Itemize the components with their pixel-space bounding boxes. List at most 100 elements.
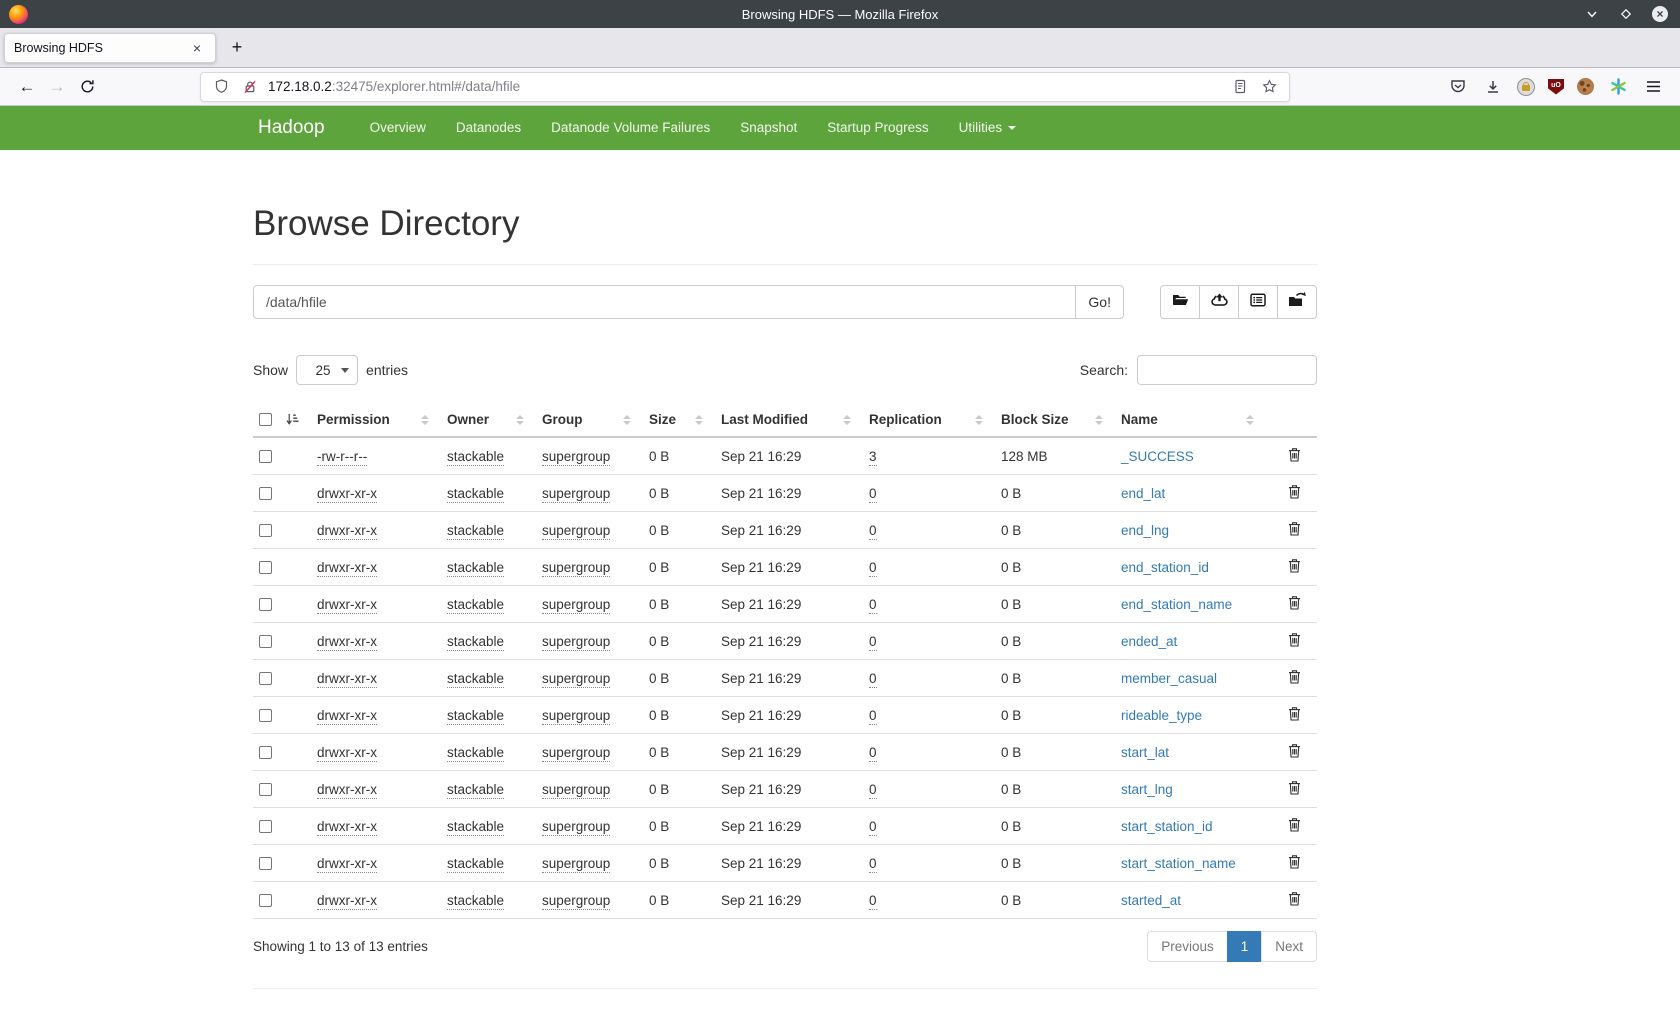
trash-icon[interactable]	[1288, 891, 1301, 909]
group-value[interactable]: supergroup	[542, 560, 610, 577]
file-link[interactable]: ended_at	[1121, 634, 1177, 649]
trash-icon[interactable]	[1288, 706, 1301, 724]
group-value[interactable]: supergroup	[542, 782, 610, 799]
permission-value[interactable]: drwxr-xr-x	[317, 486, 377, 503]
row-checkbox[interactable]	[259, 820, 272, 833]
owner-value[interactable]: stackable	[447, 523, 504, 540]
owner-value[interactable]: stackable	[447, 856, 504, 873]
trash-icon[interactable]	[1288, 558, 1301, 576]
reader-mode-icon[interactable]	[1229, 76, 1251, 98]
upload-files-button[interactable]	[1199, 285, 1239, 319]
bookmark-star-icon[interactable]	[1258, 76, 1280, 98]
owner-value[interactable]: stackable	[447, 597, 504, 614]
group-value[interactable]: supergroup	[542, 745, 610, 762]
group-value[interactable]: supergroup	[542, 634, 610, 651]
owner-value[interactable]: stackable	[447, 486, 504, 503]
permission-value[interactable]: drwxr-xr-x	[317, 745, 377, 762]
header-block-size[interactable]: Block Size	[1001, 403, 1121, 437]
group-value[interactable]: supergroup	[542, 856, 610, 873]
pocket-icon[interactable]	[1447, 76, 1469, 98]
download-icon[interactable]	[1482, 76, 1504, 98]
trash-icon[interactable]	[1288, 484, 1301, 502]
file-link[interactable]: rideable_type	[1121, 708, 1202, 723]
file-link[interactable]: end_lat	[1121, 486, 1165, 501]
hadoop-brand[interactable]: Hadoop	[258, 117, 325, 139]
owner-value[interactable]: stackable	[447, 745, 504, 762]
folder-move-button[interactable]	[1277, 285, 1317, 319]
permission-value[interactable]: drwxr-xr-x	[317, 893, 377, 910]
row-checkbox[interactable]	[259, 524, 272, 537]
row-checkbox[interactable]	[259, 672, 272, 685]
asterisk-extension-icon[interactable]	[1607, 76, 1629, 98]
permission-value[interactable]: drwxr-xr-x	[317, 671, 377, 688]
owner-value[interactable]: stackable	[447, 782, 504, 799]
insecure-lock-icon[interactable]	[239, 76, 261, 98]
file-link[interactable]: start_station_id	[1121, 819, 1213, 834]
url-bar[interactable]: 172.18.0.2:32475/explorer.html#/data/hfi…	[200, 72, 1290, 102]
new-tab-button[interactable]	[224, 35, 250, 61]
permission-value[interactable]: -rw-r--r--	[317, 449, 367, 466]
privacy-extension-icon[interactable]	[1517, 78, 1535, 96]
permission-value[interactable]: drwxr-xr-x	[317, 634, 377, 651]
row-checkbox[interactable]	[259, 746, 272, 759]
go-button[interactable]: Go!	[1075, 285, 1124, 319]
header-name[interactable]: Name	[1121, 403, 1272, 437]
nav-item-utilities[interactable]: Utilities	[944, 120, 1032, 135]
header-size[interactable]: Size	[649, 403, 721, 437]
trash-icon[interactable]	[1288, 817, 1301, 835]
file-link[interactable]: started_at	[1121, 893, 1181, 908]
replication-value[interactable]: 0	[869, 671, 877, 688]
window-maximize-icon[interactable]	[1618, 6, 1634, 22]
ublock-origin-icon[interactable]: uO	[1548, 79, 1564, 95]
replication-value[interactable]: 0	[869, 523, 877, 540]
replication-value[interactable]: 0	[869, 856, 877, 873]
shield-icon[interactable]	[210, 76, 232, 98]
group-value[interactable]: supergroup	[542, 486, 610, 503]
row-checkbox[interactable]	[259, 783, 272, 796]
window-minimize-icon[interactable]	[1584, 6, 1600, 22]
select-all-header[interactable]	[253, 403, 317, 437]
permission-value[interactable]: drwxr-xr-x	[317, 819, 377, 836]
header-permission[interactable]: Permission	[317, 403, 447, 437]
group-value[interactable]: supergroup	[542, 449, 610, 466]
file-link[interactable]: member_casual	[1121, 671, 1217, 686]
nav-item-datanodes[interactable]: Datanodes	[441, 120, 536, 135]
group-value[interactable]: supergroup	[542, 819, 610, 836]
reload-button[interactable]	[72, 72, 102, 102]
replication-value[interactable]: 0	[869, 782, 877, 799]
file-link[interactable]: start_lng	[1121, 782, 1173, 797]
row-checkbox[interactable]	[259, 487, 272, 500]
permission-value[interactable]: drwxr-xr-x	[317, 782, 377, 799]
replication-value[interactable]: 0	[869, 634, 877, 651]
nav-item-overview[interactable]: Overview	[355, 120, 441, 135]
nav-item-snapshot[interactable]: Snapshot	[725, 120, 812, 135]
trash-icon[interactable]	[1288, 632, 1301, 650]
row-checkbox[interactable]	[259, 709, 272, 722]
replication-value[interactable]: 0	[869, 708, 877, 725]
row-checkbox[interactable]	[259, 635, 272, 648]
header-group[interactable]: Group	[542, 403, 649, 437]
file-link[interactable]: end_lng	[1121, 523, 1169, 538]
owner-value[interactable]: stackable	[447, 671, 504, 688]
row-checkbox[interactable]	[259, 450, 272, 463]
owner-value[interactable]: stackable	[447, 634, 504, 651]
create-directory-button[interactable]	[1160, 285, 1200, 319]
trash-icon[interactable]	[1288, 854, 1301, 872]
tab-browsing-hdfs[interactable]: Browsing HDFS	[4, 33, 216, 63]
owner-value[interactable]: stackable	[447, 708, 504, 725]
select-all-checkbox[interactable]	[259, 413, 272, 426]
forward-button[interactable]: →	[42, 72, 72, 102]
trash-icon[interactable]	[1288, 447, 1301, 465]
permission-value[interactable]: drwxr-xr-x	[317, 560, 377, 577]
replication-value[interactable]: 0	[869, 597, 877, 614]
tab-close-icon[interactable]	[188, 39, 206, 57]
file-link[interactable]: _SUCCESS	[1121, 449, 1194, 464]
permission-value[interactable]: drwxr-xr-x	[317, 708, 377, 725]
owner-value[interactable]: stackable	[447, 560, 504, 577]
replication-value[interactable]: 0	[869, 745, 877, 762]
trash-icon[interactable]	[1288, 521, 1301, 539]
nav-item-startup-progress[interactable]: Startup Progress	[812, 120, 943, 135]
row-checkbox[interactable]	[259, 561, 272, 574]
pagination-next[interactable]: Next	[1261, 931, 1317, 962]
header-owner[interactable]: Owner	[447, 403, 542, 437]
